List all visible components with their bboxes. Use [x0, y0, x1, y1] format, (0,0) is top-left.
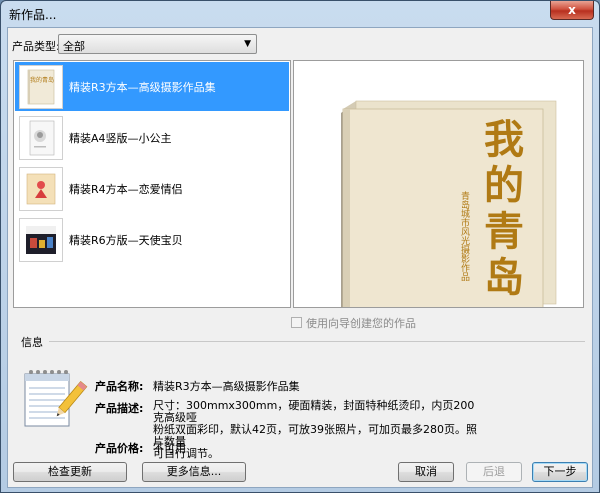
back-button[interactable]: 后退 [466, 462, 522, 482]
product-name: 精装R4方本—恋爱情侣 [69, 183, 183, 196]
list-item[interactable]: 精装R6方版—天使宝贝 [15, 215, 289, 264]
product-price-label: 产品价格: [95, 442, 144, 455]
title-bar[interactable]: 新作品... x [1, 1, 599, 25]
check-update-button[interactable]: 检查更新 [13, 462, 127, 482]
close-button[interactable]: x [550, 1, 594, 20]
desc-line: 粉纸双面彩印，默认42页，可放39张照片，可加页最多280页。照片数量 [153, 423, 477, 448]
notepad-pencil-icon [19, 362, 89, 432]
product-desc-label: 产品描述: [95, 402, 144, 415]
product-preview: 我 的 青 岛 青岛城市风光摄影作品 [293, 60, 584, 315]
list-item[interactable]: 精装A4竖版—小公主 [15, 113, 289, 162]
product-thumbnail: 我的青岛 [19, 65, 63, 109]
product-name: 精装R3方本—高级摄影作品集 [69, 81, 216, 94]
desc-line: 尺寸：300mmx300mm，硬面精装，封面特种纸烫印，内页200克高级哑 [153, 399, 475, 424]
next-button[interactable]: 下一步 [532, 462, 588, 482]
product-name-label: 产品名称: [95, 380, 144, 393]
cover-title-char: 岛 [484, 254, 524, 301]
album-cover-image: 我 的 青 岛 青岛城市风光摄影作品 [341, 100, 557, 315]
product-list[interactable]: 我的青岛 精装R3方本—高级摄影作品集 精装A4竖版—小公主 精装R4方本—恋爱… [13, 60, 291, 308]
desc-line: 可自行调节。 [153, 447, 219, 460]
product-name: 精装R6方版—天使宝贝 [69, 234, 183, 247]
dialog-body: 产品类型: 全部 ▼ 我的青岛 精装R3方本—高级摄影作品集 精装A4竖版—小公… [7, 27, 593, 488]
product-name-value: 精装R3方本—高级摄影作品集 [153, 380, 300, 393]
thumbnail-cover-text: 我的青岛 [30, 76, 54, 84]
wizard-checkbox [291, 317, 302, 328]
product-thumbnail [19, 218, 63, 262]
cover-title-char: 青 [484, 208, 524, 255]
dialog-window: 新作品... x 产品类型: 全部 ▼ 我的青岛 精装R3方本—高级摄影作品集 [0, 0, 600, 493]
info-divider [49, 341, 585, 342]
chevron-down-icon: ▼ [244, 39, 251, 49]
product-price-value: 不可用 [153, 442, 186, 455]
product-name: 精装A4竖版—小公主 [69, 132, 172, 145]
more-info-button[interactable]: 更多信息... [142, 462, 246, 482]
list-item[interactable]: 精装R4方本—恋爱情侣 [15, 164, 289, 213]
product-desc-value: 尺寸：300mmx300mm，硬面精装，封面特种纸烫印，内页200克高级哑 粉纸… [153, 400, 483, 460]
cover-title-char: 的 [484, 162, 524, 209]
cancel-button[interactable]: 取消 [398, 462, 454, 482]
info-groupbox: 信息 产品名称: 精装R3方本—高级摄影作品集 产品描述: 尺寸：300mmx3… [13, 334, 585, 460]
info-legend: 信息 [21, 334, 47, 350]
product-thumbnail [19, 167, 63, 211]
wizard-checkbox-row: 使用向导创建您的作品 [291, 315, 416, 331]
product-type-label: 产品类型: [12, 40, 60, 53]
product-thumbnail [19, 116, 63, 160]
product-type-value: 全部 [63, 40, 85, 53]
wizard-checkbox-label: 使用向导创建您的作品 [306, 317, 416, 330]
cover-subtitle: 青岛城市风光摄影作品 [459, 190, 470, 282]
window-title: 新作品... [9, 8, 57, 22]
close-icon: x [568, 3, 576, 17]
cover-title-char: 我 [484, 116, 524, 163]
product-type-select[interactable]: 全部 ▼ [58, 34, 257, 54]
list-item[interactable]: 我的青岛 精装R3方本—高级摄影作品集 [15, 62, 289, 111]
